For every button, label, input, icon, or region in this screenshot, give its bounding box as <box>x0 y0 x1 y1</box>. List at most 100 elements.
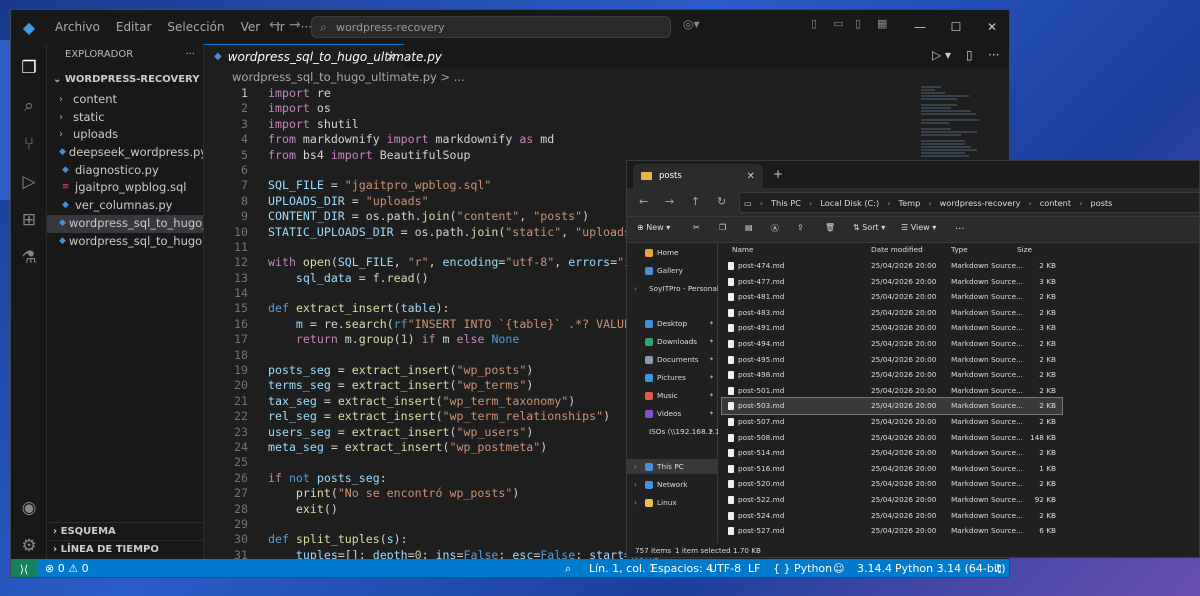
nav-item[interactable]: › This PC <box>627 459 718 474</box>
nav-item[interactable]: Home <box>627 245 718 260</box>
maximize-icon[interactable]: ☐ <box>939 10 973 44</box>
language-mode[interactable]: { } Python <box>773 562 832 575</box>
split-editor-icon[interactable]: ▯ <box>966 48 973 62</box>
file-row[interactable]: post-524.md 25/04/2026 20:00 Markdown Sour… <box>722 508 1062 524</box>
indentation[interactable]: Espacios: 4 <box>651 562 713 575</box>
encoding[interactable]: UTF-8 <box>709 562 741 575</box>
nav-item[interactable]: ISOs (\\192.168.1.11 ✦ <box>627 424 718 439</box>
up-icon[interactable]: ↑ <box>691 195 700 208</box>
file-row[interactable]: post-520.md 25/04/2026 20:00 Markdown Sour… <box>722 476 1062 492</box>
crumb-posts[interactable]: posts <box>1090 198 1112 208</box>
minimize-icon[interactable]: — <box>903 10 937 44</box>
see-more-button[interactable]: ... <box>955 221 965 232</box>
run-debug-icon[interactable]: ▷ <box>17 170 41 194</box>
file-row[interactable]: post-527.md 25/04/2026 20:00 Markdown Sour… <box>722 523 1062 539</box>
sort-button[interactable]: ⇅ Sort ▾ <box>853 223 885 232</box>
crumb-content[interactable]: content <box>1040 198 1071 208</box>
col-name[interactable]: Name <box>732 243 754 257</box>
notifications-bell-icon[interactable]: ♫ <box>993 562 1003 575</box>
new-tab-plus-icon[interactable]: + <box>773 167 783 181</box>
file-row[interactable]: post-516.md 25/04/2026 20:00 Markdown Sour… <box>722 461 1062 477</box>
nav-item[interactable]: › Linux <box>627 495 718 510</box>
extensions-icon[interactable]: ⊞ <box>17 208 41 232</box>
file-row[interactable]: post-474.md 25/04/2026 20:00 Markdown Sour… <box>722 258 1062 274</box>
tree-item[interactable]: › static <box>47 109 203 127</box>
layout-icon[interactable]: ▦ <box>877 17 887 30</box>
nav-item[interactable]: Documents ✦ <box>627 352 718 367</box>
toggle-secondary-icon[interactable]: ▯ <box>855 17 861 30</box>
remote-indicator-icon[interactable]: ⟩⟨ <box>11 559 37 577</box>
rename-icon[interactable]: Ⓐ <box>771 223 779 234</box>
tree-item[interactable]: ◆wordpress_sql_to_hugo.py <box>47 233 203 251</box>
file-row[interactable]: post-508.md 25/04/2026 20:00 Markdown Sour… <box>722 430 1062 446</box>
file-row[interactable]: post-481.md 25/04/2026 20:00 Markdown Sour… <box>722 289 1062 305</box>
interpreter[interactable]: Python 3.14 (64-bit) <box>895 562 1006 575</box>
back-arrow-icon[interactable]: ← <box>269 17 281 33</box>
nav-item[interactable]: Videos ✦ <box>627 406 718 421</box>
new-button[interactable]: ⊕ New ▾ <box>637 223 670 232</box>
close-icon[interactable]: ✕ <box>975 10 1009 44</box>
share-icon[interactable]: ⇪ <box>797 223 804 232</box>
nav-item[interactable]: Music ✦ <box>627 388 718 403</box>
forward-icon[interactable]: → <box>665 195 674 208</box>
command-center-search[interactable]: ⌕ wordpress-recovery <box>311 16 671 38</box>
tree-item[interactable]: › uploads <box>47 126 203 144</box>
menu-archivo[interactable]: Archivo <box>47 20 108 34</box>
menu-seleccion[interactable]: Selección <box>159 20 232 34</box>
testing-icon[interactable]: ⚗ <box>17 246 41 270</box>
explorer-tab-posts[interactable]: posts ✕ <box>633 164 763 188</box>
cut-icon[interactable]: ✂ <box>693 223 700 232</box>
explorer-tab-close-icon[interactable]: ✕ <box>747 171 755 182</box>
nav-item[interactable]: Gallery <box>627 263 718 278</box>
editor-more-icon[interactable]: ··· <box>988 48 999 62</box>
col-type[interactable]: Type <box>951 243 968 257</box>
python-version[interactable]: 3.14.4 <box>857 562 892 575</box>
outline-section[interactable]: › ESQUEMA <box>47 522 204 540</box>
tree-item[interactable]: ◆ ver_columnas.py <box>47 197 203 215</box>
nav-item[interactable]: › SoyITPro - Personal <box>627 281 718 296</box>
view-button[interactable]: ☰ View ▾ <box>901 223 936 232</box>
copilot-icon[interactable]: ◎▾ <box>683 17 700 31</box>
paste-icon[interactable]: ▤ <box>745 223 753 232</box>
refresh-icon[interactable]: ↻ <box>717 195 726 208</box>
tab-close-icon[interactable]: ✕ <box>386 50 396 64</box>
address-path[interactable]: ▭ › This PC › Local Disk (C:) › Temp › wordp… <box>739 192 1199 213</box>
crumb-this-pc[interactable]: This PC <box>771 198 801 208</box>
file-row[interactable]: post-507.md 25/04/2026 20:00 Markdown Sour… <box>722 414 1062 430</box>
file-row[interactable]: post-495.md 25/04/2026 20:00 Markdown Sour… <box>722 352 1062 368</box>
nav-item[interactable]: Desktop ✦ <box>627 316 718 331</box>
tree-item[interactable]: ◆ diagnostico.py <box>47 162 203 180</box>
file-row[interactable]: post-503.md 25/04/2026 20:00 Markdown Sour… <box>721 397 1063 415</box>
files-icon[interactable]: ❐ <box>17 56 41 80</box>
file-row[interactable]: post-501.md 25/04/2026 20:00 Markdown Sour… <box>722 383 1062 399</box>
file-row[interactable]: post-477.md 25/04/2026 20:00 Markdown Sour… <box>722 274 1062 290</box>
account-icon[interactable]: ◉ <box>17 496 41 520</box>
file-row[interactable]: post-491.md 25/04/2026 20:00 Markdown Sour… <box>722 320 1062 336</box>
tree-item[interactable]: › content <box>47 91 203 109</box>
toggle-sidebar-icon[interactable]: ▯ <box>811 17 817 30</box>
chevron-right-icon[interactable]: › <box>634 463 637 471</box>
crumb-local-disk[interactable]: Local Disk (C:) <box>820 198 879 208</box>
file-row[interactable]: post-494.md 25/04/2026 20:00 Markdown Sour… <box>722 336 1062 352</box>
tree-item[interactable]: ≡ jgaitpro_wpblog.sql <box>47 179 203 197</box>
col-date[interactable]: Date modified <box>871 243 923 257</box>
toggle-panel-icon[interactable]: ▭ <box>833 17 843 30</box>
timeline-section[interactable]: › LÍNEA DE TIEMPO <box>47 540 204 558</box>
copy-icon[interactable]: ❐ <box>719 223 726 232</box>
copilot-status-icon[interactable]: ☺ <box>833 562 844 575</box>
crumb-wordpress-recovery[interactable]: wordpress-recovery <box>940 198 1021 208</box>
nav-item[interactable]: Downloads ✦ <box>627 334 718 349</box>
source-control-icon[interactable]: ⑂ <box>17 132 41 156</box>
file-row[interactable]: post-514.md 25/04/2026 20:00 Markdown Sour… <box>722 445 1062 461</box>
col-size[interactable]: Size <box>1017 243 1032 257</box>
problems-indicator[interactable]: ⊗ 0 ⚠ 0 <box>45 562 89 575</box>
file-row[interactable]: post-498.md 25/04/2026 20:00 Markdown Sour… <box>722 367 1062 383</box>
search-view-icon[interactable]: ⌕ <box>17 94 41 118</box>
run-icon[interactable]: ▷ ▾ <box>932 48 951 62</box>
chevron-right-icon[interactable]: › <box>634 499 637 507</box>
forward-arrow-icon[interactable]: → <box>289 17 301 33</box>
tab-active-file[interactable]: ◆ wordpress_sql_to_hugo_ultimate.py ✕ <box>204 44 442 68</box>
breadcrumb[interactable]: wordpress_sql_to_hugo_ultimate.py > ... <box>204 68 1009 86</box>
file-row[interactable]: post-522.md 25/04/2026 20:00 Markdown Sour… <box>722 492 1062 508</box>
menu-ver[interactable]: Ver <box>233 20 269 34</box>
